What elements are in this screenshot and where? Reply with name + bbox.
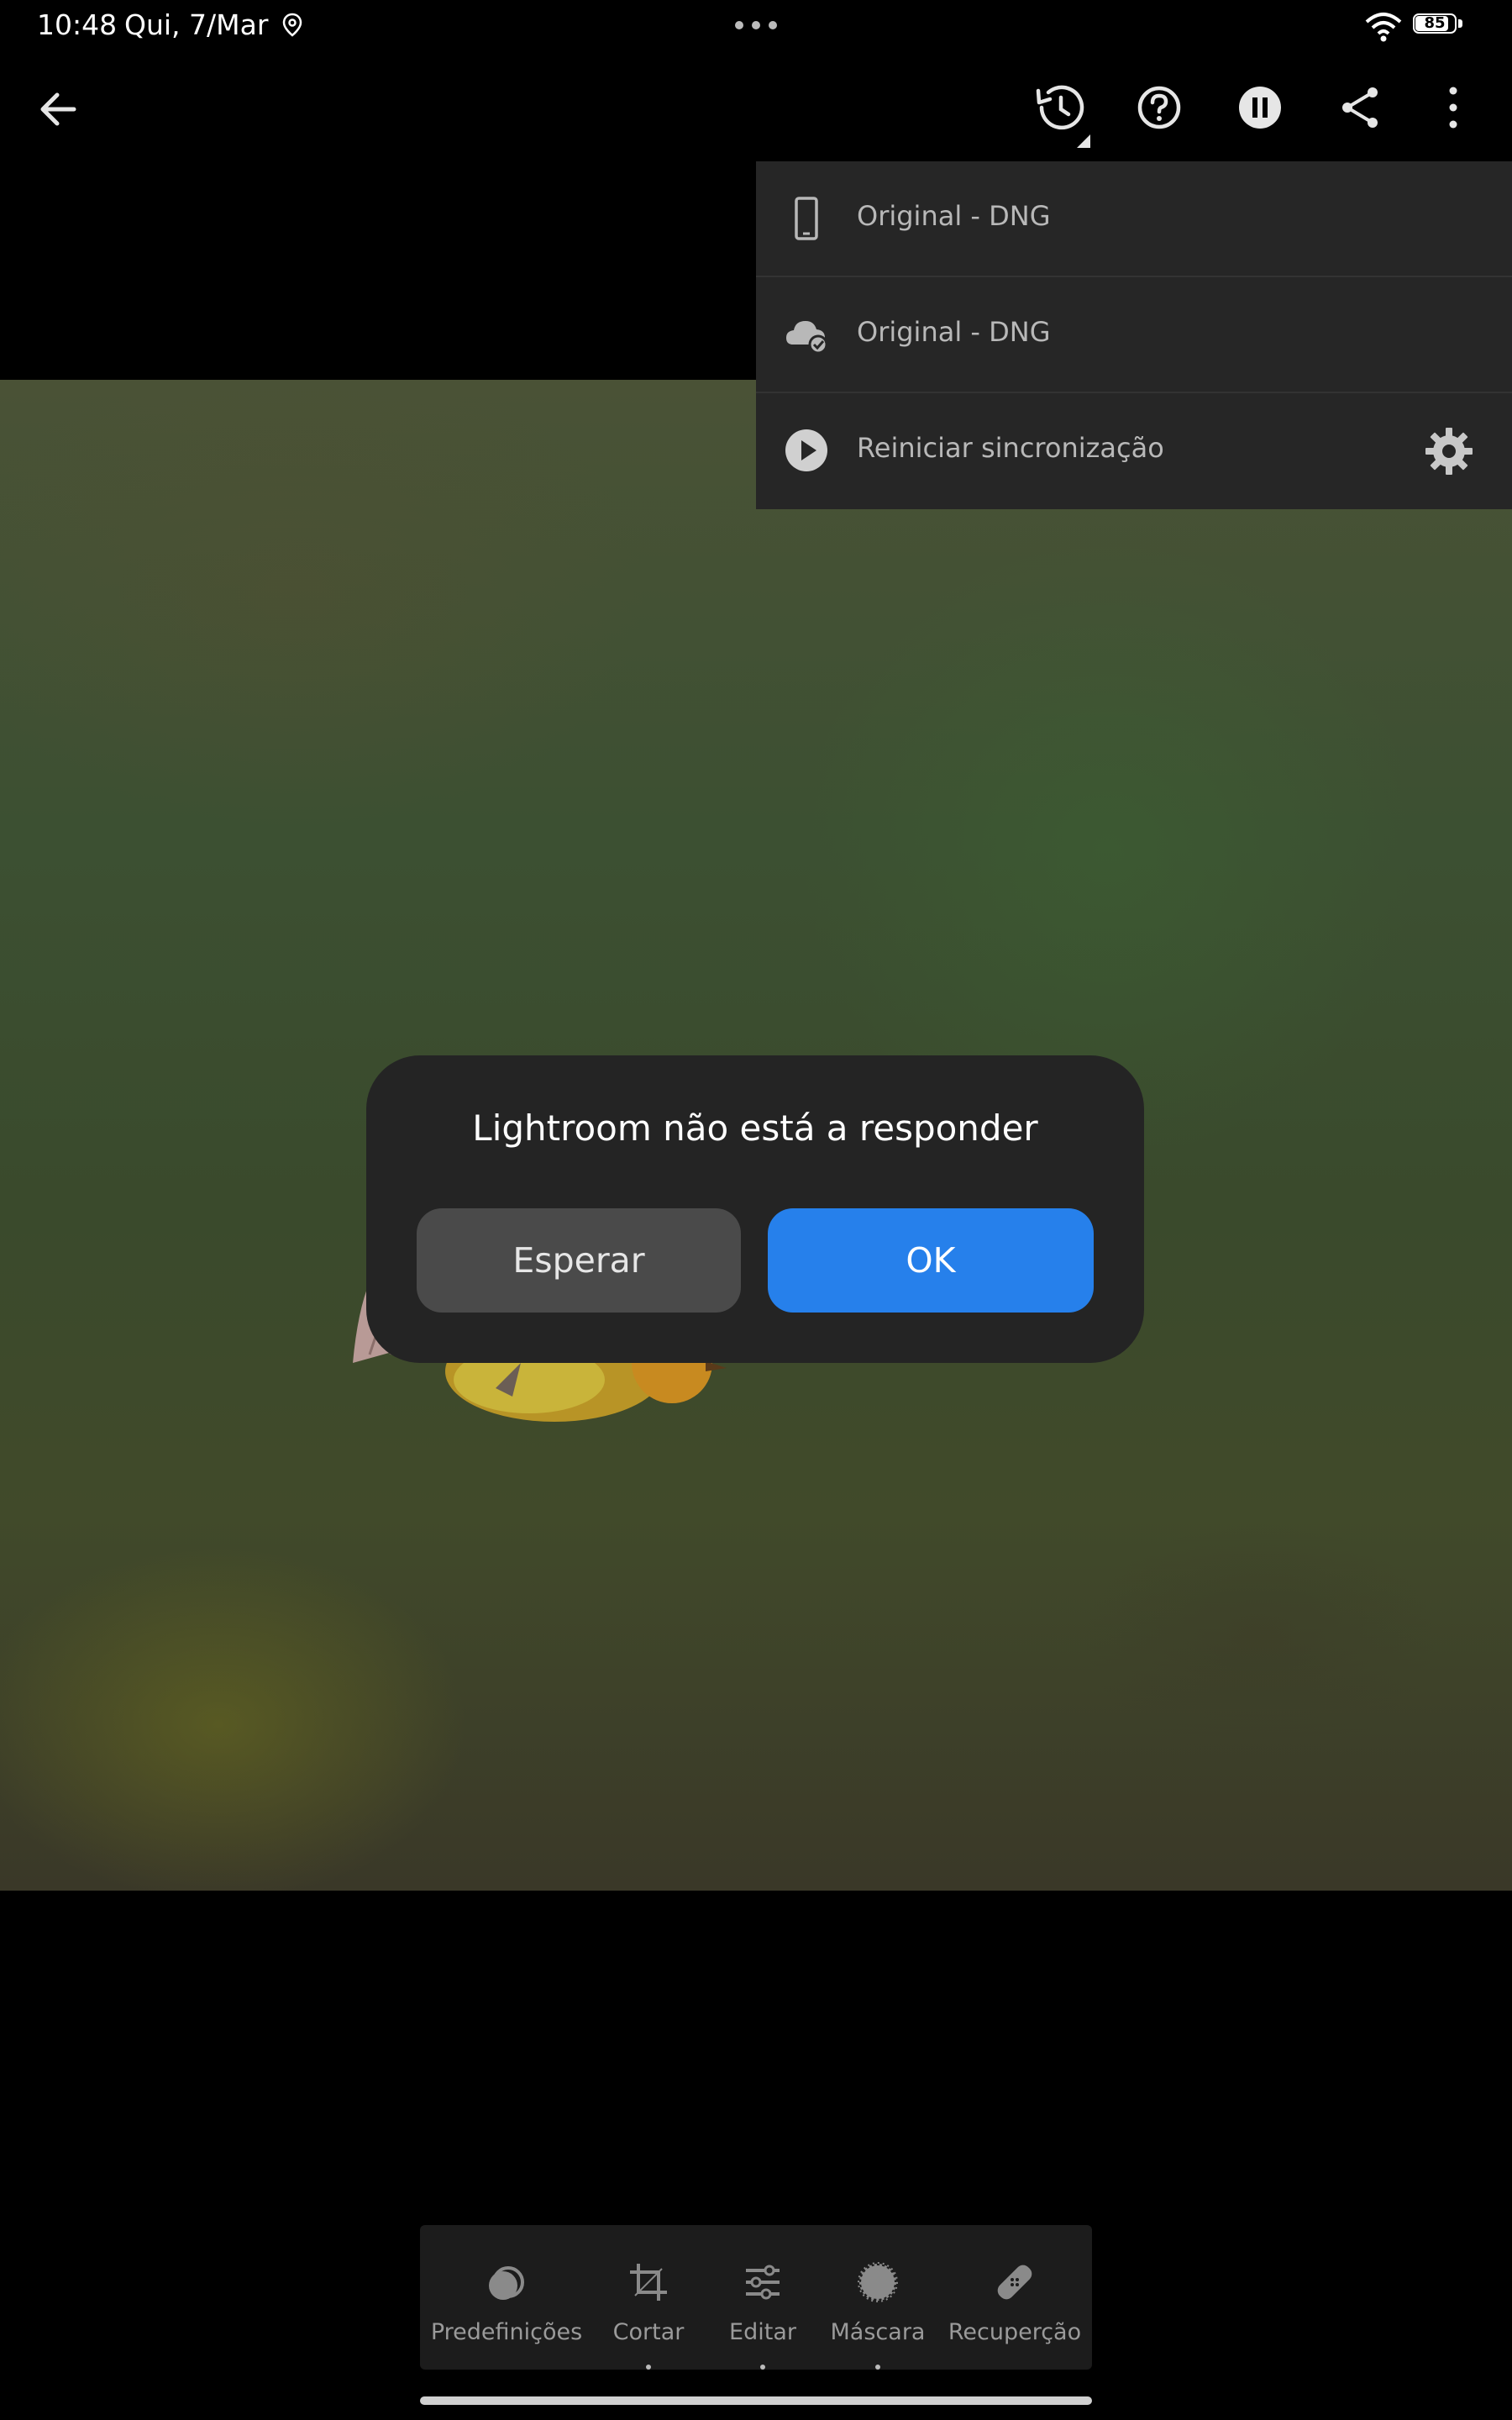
tool-mask[interactable]: Máscara (815, 2225, 941, 2370)
tool-crop[interactable]: Cortar (586, 2225, 711, 2370)
phone-icon (795, 197, 818, 240)
ok-button[interactable]: OK (768, 1208, 1094, 1313)
menu-item-label: Original - DNG (857, 200, 1051, 232)
location-icon (282, 13, 302, 37)
tool-label: Cortar (612, 2319, 685, 2345)
more-vertical-icon[interactable] (1438, 84, 1468, 131)
tool-label: Predefinições (430, 2319, 583, 2345)
sliders-icon (746, 2265, 780, 2300)
tool-indicator-dot (646, 2365, 651, 2370)
play-circle-icon (785, 429, 827, 471)
back-arrow-icon[interactable] (34, 84, 84, 134)
status-bar: 10:48 Qui, 7/Mar 85 (0, 0, 1512, 54)
dialog-title: Lightroom não está a responder (472, 1107, 1038, 1149)
mask-icon (858, 2262, 898, 2302)
menu-item-label: Reiniciar sincronização (857, 432, 1164, 464)
edit-toolbar: Predefinições Cortar Editar Máscara Recu… (420, 2225, 1092, 2370)
presets-icon (489, 2266, 524, 2300)
menu-item-restart-sync[interactable]: Reiniciar sincronização (756, 393, 1512, 508)
share-icon[interactable] (1337, 84, 1384, 131)
tool-label: Editar (729, 2319, 796, 2345)
menu-item-local-original[interactable]: Original - DNG (756, 161, 1512, 277)
menu-item-cloud-original[interactable]: Original - DNG (756, 277, 1512, 393)
healing-bandage-icon (997, 2265, 1032, 2300)
tool-presets[interactable]: Predefinições (427, 2225, 586, 2370)
not-responding-dialog: Lightroom não está a responder Esperar O… (366, 1055, 1144, 1363)
battery-percent: 85 (1424, 14, 1446, 32)
wifi-icon (1365, 13, 1402, 42)
menu-item-label: Original - DNG (857, 316, 1051, 348)
status-date: Qui, 7/Mar (124, 8, 269, 41)
wait-button[interactable]: Esperar (417, 1208, 741, 1313)
history-icon[interactable] (1032, 82, 1092, 150)
tool-healing[interactable]: Recuperção (941, 2225, 1089, 2370)
battery-indicator: 85 (1413, 13, 1465, 37)
help-icon[interactable] (1136, 84, 1183, 131)
tool-label: Recuperção (948, 2319, 1082, 2345)
tool-indicator-dot (875, 2365, 880, 2370)
version-menu: Original - DNG Original - DNG Reiniciar … (756, 161, 1512, 509)
tool-label: Máscara (830, 2319, 926, 2345)
pause-icon[interactable] (1236, 84, 1284, 131)
tool-edit[interactable]: Editar (711, 2225, 815, 2370)
tool-indicator-dot (760, 2365, 765, 2370)
cloud-check-icon (786, 321, 828, 355)
home-indicator-bar[interactable] (420, 2396, 1092, 2405)
gear-icon[interactable] (1425, 427, 1473, 476)
multitask-dots-icon[interactable] (732, 10, 780, 40)
crop-icon (630, 2264, 667, 2301)
status-time: 10:48 (37, 8, 118, 41)
